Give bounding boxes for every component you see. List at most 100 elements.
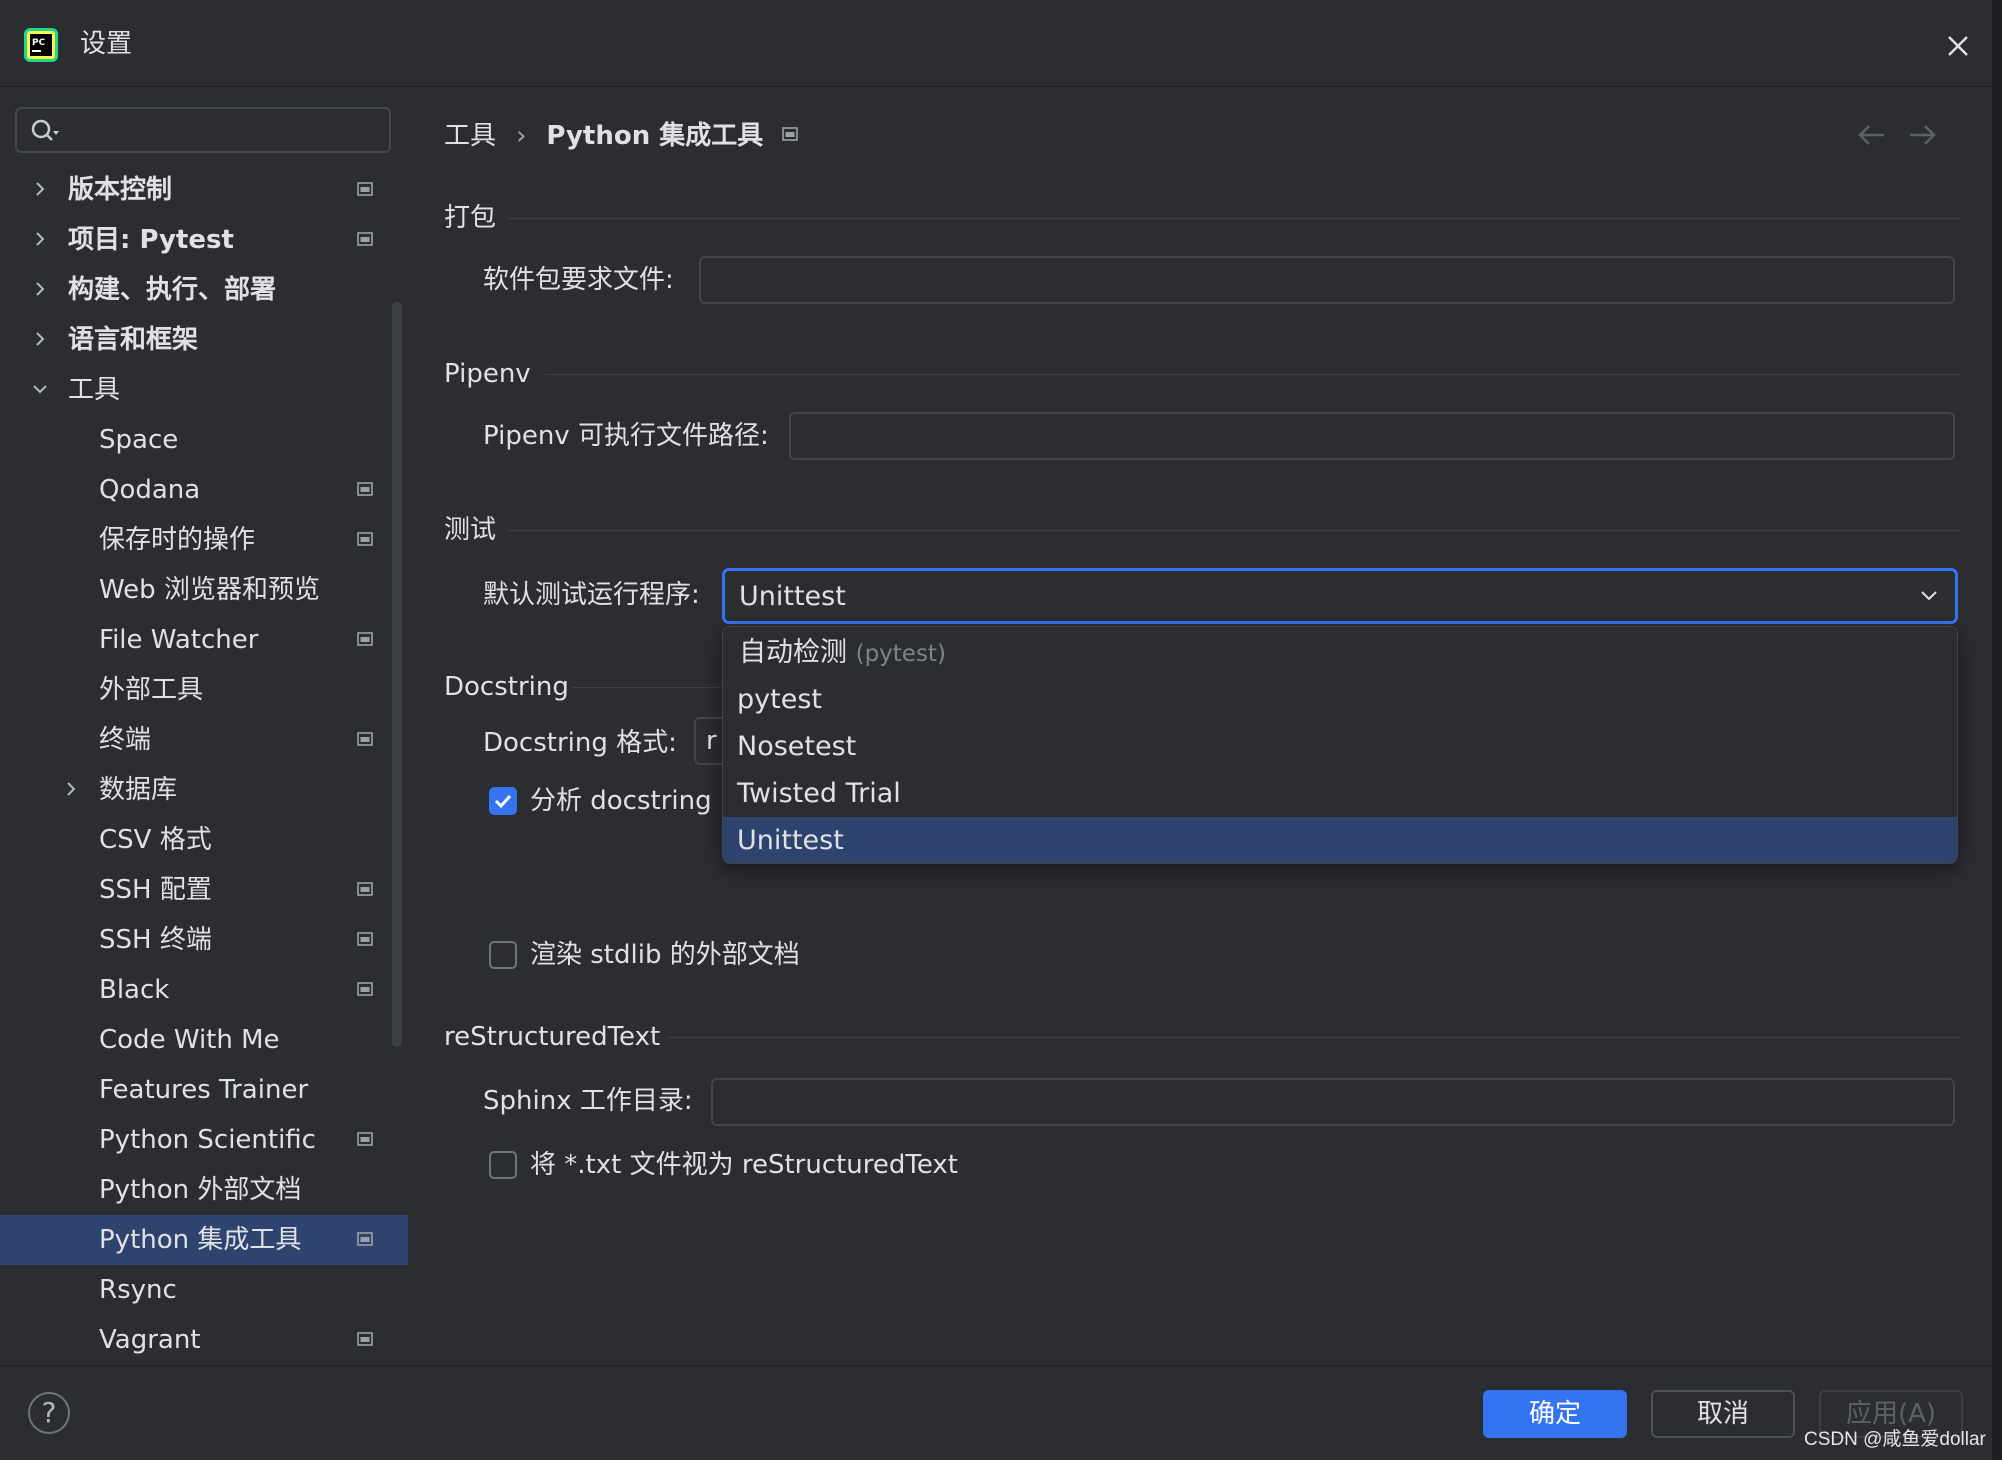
- dropdown-option-twisted-trial[interactable]: Twisted Trial: [723, 770, 1957, 817]
- project-scope-icon: [357, 532, 373, 546]
- dropdown-option-text: 自动检测: [739, 637, 847, 668]
- sidebar-item-label: Qodana: [99, 475, 201, 505]
- sidebar-item-label: 构建、执行、部署: [68, 275, 277, 305]
- analyze-docstring-checkbox[interactable]: [489, 787, 517, 815]
- settings-sidebar: 版本控制 项目: Pytest 构建、执行、部署 语言和框架 工具 Space …: [0, 87, 408, 1365]
- breadcrumb-separator: ›: [516, 120, 527, 151]
- dropdown-option-unittest[interactable]: Unittest: [723, 817, 1957, 863]
- sidebar-item-rsync[interactable]: Rsync: [0, 1265, 408, 1315]
- sidebar-item-web-browsers[interactable]: Web 浏览器和预览: [0, 565, 408, 615]
- sidebar-item-tools[interactable]: 工具: [0, 365, 408, 415]
- section-divider: [668, 1037, 1962, 1038]
- requirements-file-input[interactable]: [699, 256, 1955, 304]
- treat-txt-as-rst-label: 将 *.txt 文件视为 reStructuredText: [530, 1150, 958, 1180]
- sidebar-item-code-with-me[interactable]: Code With Me: [0, 1015, 408, 1065]
- sidebar-item-languages[interactable]: 语言和框架: [0, 315, 408, 365]
- chevron-right-icon[interactable]: [30, 179, 50, 199]
- sidebar-item-label: Black: [99, 975, 170, 1005]
- sidebar-item-python-scientific[interactable]: Python Scientific: [0, 1115, 408, 1165]
- sidebar-item-label: 版本控制: [68, 175, 173, 205]
- chevron-down-icon[interactable]: [30, 379, 50, 399]
- chevron-right-icon[interactable]: [30, 279, 50, 299]
- sidebar-item-project[interactable]: 项目: Pytest: [0, 215, 408, 265]
- sidebar-item-label: SSH 终端: [99, 925, 212, 955]
- help-button[interactable]: ?: [28, 1392, 70, 1434]
- project-scope-icon: [357, 932, 373, 946]
- default-test-runner-label: 默认测试运行程序:: [483, 580, 700, 610]
- breadcrumb-parent[interactable]: 工具: [444, 116, 496, 156]
- section-divider: [508, 530, 1962, 531]
- dropdown-option-nosetest[interactable]: Nosetest: [723, 723, 1957, 770]
- sidebar-item-label: Web 浏览器和预览: [99, 575, 320, 605]
- sidebar-item-label: Code With Me: [99, 1025, 280, 1055]
- sidebar-item-label: 终端: [99, 725, 152, 755]
- section-rst-title: reStructuredText: [444, 1022, 661, 1052]
- sidebar-item-vagrant[interactable]: Vagrant: [0, 1315, 408, 1365]
- dropdown-option-auto-detect[interactable]: 自动检测 (pytest): [723, 629, 1957, 676]
- dropdown-option-label: Nosetest: [737, 731, 857, 762]
- pipenv-path-input[interactable]: [789, 412, 1955, 460]
- sidebar-item-ssh-config[interactable]: SSH 配置: [0, 865, 408, 915]
- search-icon: [31, 119, 59, 141]
- sidebar-item-features-trainer[interactable]: Features Trainer: [0, 1065, 408, 1115]
- chevron-right-icon[interactable]: [30, 229, 50, 249]
- sidebar-item-label: Python Scientific: [99, 1125, 316, 1155]
- chevron-down-icon[interactable]: [1919, 587, 1939, 605]
- requirements-file-label: 软件包要求文件:: [483, 265, 674, 295]
- arrow-right-icon[interactable]: [1906, 121, 1938, 149]
- project-scope-icon: [357, 182, 373, 196]
- project-scope-icon: [357, 882, 373, 896]
- sidebar-item-python-external-docs[interactable]: Python 外部文档: [0, 1165, 408, 1215]
- sidebar-item-space[interactable]: Space: [0, 415, 408, 465]
- chevron-right-icon[interactable]: [61, 779, 81, 799]
- dropdown-option-label: Twisted Trial: [737, 778, 901, 809]
- sidebar-item-label: Python 外部文档: [99, 1175, 302, 1205]
- sidebar-item-label: SSH 配置: [99, 875, 212, 905]
- project-scope-icon: [357, 1132, 373, 1146]
- sphinx-dir-input[interactable]: [711, 1078, 1955, 1126]
- sidebar-item-actions-on-save[interactable]: 保存时的操作: [0, 515, 408, 565]
- svg-text:PC: PC: [32, 38, 46, 48]
- chevron-right-icon[interactable]: [30, 329, 50, 349]
- sidebar-scrollbar[interactable]: [392, 302, 402, 1047]
- sphinx-dir-label: Sphinx 工作目录:: [483, 1086, 693, 1116]
- title-bar: PC 设置: [0, 0, 1992, 87]
- sidebar-item-vcs[interactable]: 版本控制: [0, 165, 408, 215]
- sidebar-item-python-integrated-tools[interactable]: Python 集成工具: [0, 1215, 408, 1265]
- sidebar-item-database[interactable]: 数据库: [0, 765, 408, 815]
- dropdown-option-pytest[interactable]: pytest: [723, 676, 1957, 723]
- section-packaging-title: 打包: [444, 203, 497, 233]
- sidebar-item-terminal[interactable]: 终端: [0, 715, 408, 765]
- window-title: 设置: [80, 29, 133, 59]
- settings-search-input[interactable]: [15, 107, 391, 153]
- sidebar-item-build[interactable]: 构建、执行、部署: [0, 265, 408, 315]
- sidebar-item-label: 外部工具: [99, 675, 204, 705]
- default-test-runner-select[interactable]: Unittest: [722, 568, 1958, 624]
- ok-button[interactable]: 确定: [1483, 1390, 1627, 1438]
- settings-dialog: PC 设置 版本控制 项目: Pytest 构建、执行、部署 语言和框架 工具 …: [0, 0, 1993, 1460]
- docstring-format-label: Docstring 格式:: [483, 728, 677, 758]
- section-divider: [572, 687, 722, 688]
- sidebar-item-file-watcher[interactable]: File Watcher: [0, 615, 408, 665]
- render-stdlib-docs-checkbox[interactable]: [489, 941, 517, 969]
- section-testing-title: 测试: [444, 515, 497, 545]
- analyze-docstring-label: 分析 docstring 中: [530, 786, 746, 816]
- default-test-runner-value: Unittest: [739, 581, 846, 612]
- treat-txt-as-rst-checkbox[interactable]: [489, 1151, 517, 1179]
- test-runner-dropdown: 自动检测 (pytest) pytest Nosetest Twisted Tr…: [722, 626, 1958, 864]
- dropdown-option-label: 自动检测 (pytest): [739, 635, 946, 672]
- close-icon[interactable]: [1940, 28, 1976, 64]
- sidebar-item-csv[interactable]: CSV 格式: [0, 815, 408, 865]
- docstring-format-value: r: [706, 726, 717, 756]
- sidebar-item-label: 语言和框架: [68, 325, 199, 355]
- sidebar-item-qodana[interactable]: Qodana: [0, 465, 408, 515]
- sidebar-item-external-tools[interactable]: 外部工具: [0, 665, 408, 715]
- sidebar-item-ssh-terminal[interactable]: SSH 终端: [0, 915, 408, 965]
- pycharm-logo-icon: PC: [24, 28, 58, 62]
- sidebar-item-label: Space: [99, 425, 179, 455]
- cancel-button[interactable]: 取消: [1651, 1390, 1795, 1438]
- checkmark-icon: [494, 794, 512, 809]
- arrow-left-icon[interactable]: [1856, 121, 1888, 149]
- sidebar-item-black[interactable]: Black: [0, 965, 408, 1015]
- sidebar-item-label: Features Trainer: [99, 1075, 309, 1105]
